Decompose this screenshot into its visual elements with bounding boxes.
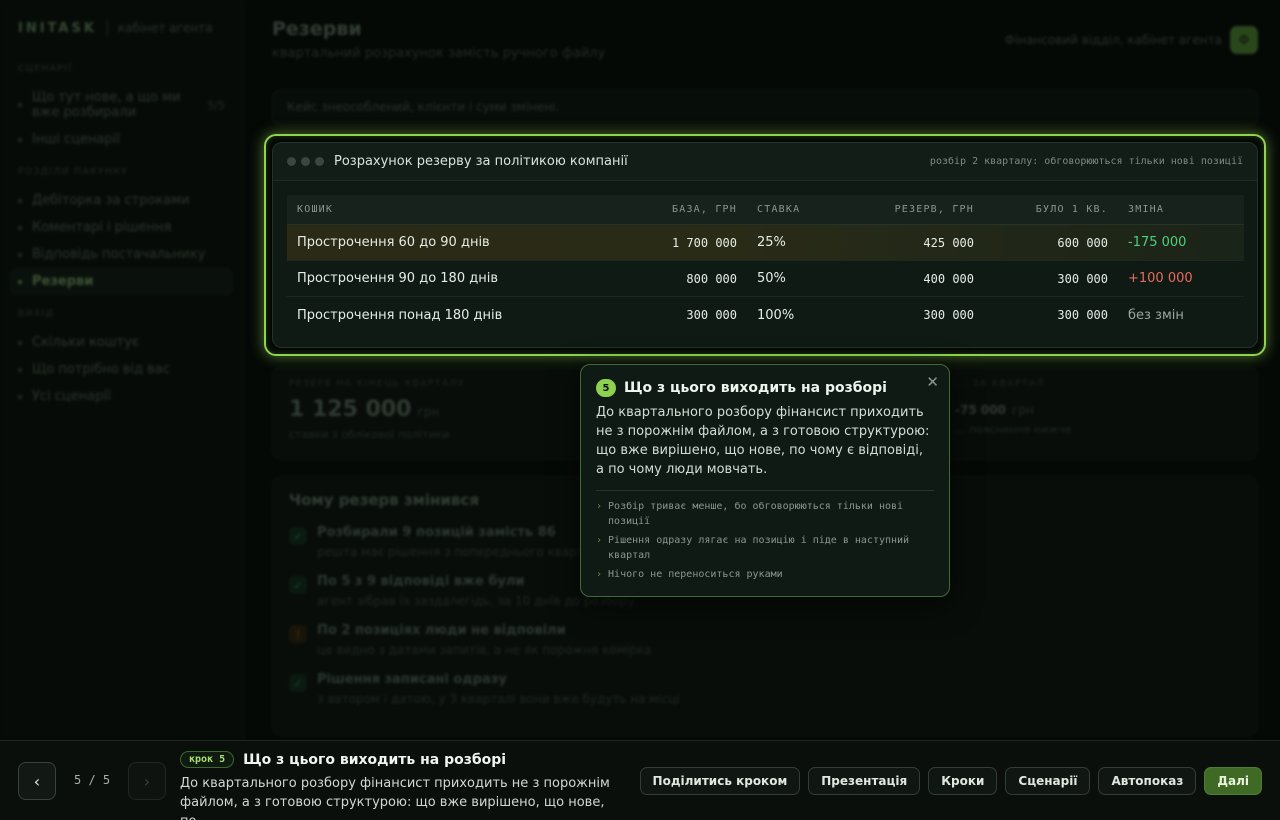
cell-previous: 300 000: [1057, 271, 1108, 286]
presentation-button[interactable]: Презентація: [808, 767, 921, 795]
cell-rate: 50%: [757, 271, 786, 286]
cell-rate: 25%: [757, 235, 786, 250]
list-item: › Розбір триває менше, бо обговорюються т…: [596, 499, 934, 529]
list-item-text: Розбір триває менше, бо обговорюються ті…: [608, 501, 904, 527]
card-title: Розрахунок резерву за політикою компанії: [334, 154, 628, 169]
close-icon[interactable]: ✕: [926, 373, 939, 391]
divider: [596, 490, 934, 491]
cell-reserve: 425 000: [923, 235, 974, 250]
tour-actions: Поділитись кроком Презентація Кроки Сцен…: [639, 767, 1262, 795]
cell-reserve: 300 000: [923, 308, 974, 322]
cell-base: 800 000: [686, 271, 737, 286]
cell-base: 1 700 000: [671, 235, 737, 250]
cell-basket: Прострочення 60 до 90 днів: [297, 235, 490, 250]
list-item-text: Нічого не переноситься руками: [608, 569, 783, 580]
column-header: ЗМІНА: [1128, 204, 1165, 215]
popover-body: До квартального розбору фінансист приход…: [596, 405, 930, 477]
cell-change: -175 000: [1128, 235, 1187, 250]
column-header: РЕЗЕРВ, ГРН: [894, 204, 974, 215]
cell-change: без змін: [1128, 307, 1184, 323]
list-item: › Нічого не переноситься руками: [596, 567, 934, 582]
scenarios-button[interactable]: Сценарії: [1005, 767, 1091, 795]
step-counter: 5 / 5: [74, 773, 111, 787]
tour-bottom-bar: ‹ 5 / 5 › крок 5 Що з цього виходить на …: [0, 740, 1280, 820]
steps-button[interactable]: Кроки: [928, 767, 998, 795]
column-header: КОШИК: [297, 204, 334, 215]
list-item: › Рішення одразу лягає на позицію і піде …: [596, 533, 934, 563]
table-row: Прострочення 90 до 180 днів 800 000 50% …: [287, 261, 1244, 297]
current-step-summary: крок 5 Що з цього виходить на розборі До…: [180, 751, 630, 820]
previous-step-button[interactable]: ‹: [18, 762, 56, 800]
next-step-arrow-button[interactable]: ›: [128, 762, 166, 800]
cell-previous: 300 000: [1057, 308, 1108, 322]
popover-header: 5 Що з цього виходить на розборі: [596, 379, 934, 397]
column-header: СТАВКА: [757, 204, 801, 215]
cell-rate: 100%: [757, 307, 795, 323]
card-note: розбір 2 кварталу: обговорюються тільки …: [929, 156, 1243, 167]
popover-title: Що з цього виходить на розборі: [624, 380, 887, 396]
chevron-right-icon: ›: [596, 501, 603, 512]
step-description: До квартального розбору фінансист приход…: [180, 776, 610, 820]
cell-basket: Прострочення 90 до 180 днів: [297, 271, 498, 286]
tour-popover: 5 Що з цього виходить на розборі ✕ До кв…: [580, 364, 950, 597]
next-button[interactable]: Далі: [1204, 767, 1262, 795]
table-header-row: КОШИК БАЗА, ГРН СТАВКА РЕЗЕРВ, ГРН БУЛО …: [287, 195, 1244, 225]
cell-change: +100 000: [1128, 271, 1193, 286]
chevron-right-icon: ›: [596, 569, 603, 580]
popover-bullet-list: › Розбір триває менше, бо обговорюються т…: [596, 499, 934, 582]
step-tag: крок 5: [180, 751, 235, 768]
chevron-right-icon: ›: [596, 535, 603, 546]
list-item-text: Рішення одразу лягає на позицію і піде в…: [608, 535, 910, 561]
cell-base: 300 000: [686, 308, 737, 322]
table-row: Прострочення 60 до 90 днів 1 700 000 25%…: [287, 225, 1244, 261]
column-header: БАЗА, ГРН: [672, 204, 737, 215]
card-header: Розрахунок резерву за політикою компанії…: [273, 143, 1257, 181]
cell-reserve: 400 000: [923, 271, 974, 286]
autoplay-button[interactable]: Автопоказ: [1098, 767, 1197, 795]
table-row: Прострочення понад 180 днів 300 000 100%…: [287, 297, 1244, 333]
cell-basket: Прострочення понад 180 днів: [297, 307, 503, 323]
window-dots-icon: [287, 157, 324, 166]
share-step-button[interactable]: Поділитись кроком: [639, 767, 801, 795]
step-header: крок 5 Що з цього виходить на розборі: [180, 751, 630, 768]
cell-previous: 600 000: [1057, 235, 1108, 250]
step-title: Що з цього виходить на розборі: [243, 751, 507, 768]
step-number-badge: 5: [596, 379, 616, 397]
reserve-table: КОШИК БАЗА, ГРН СТАВКА РЕЗЕРВ, ГРН БУЛО …: [287, 195, 1244, 333]
reserve-calculation-card: Розрахунок резерву за політикою компанії…: [272, 142, 1258, 348]
column-header: БУЛО 1 КВ.: [1035, 204, 1108, 215]
